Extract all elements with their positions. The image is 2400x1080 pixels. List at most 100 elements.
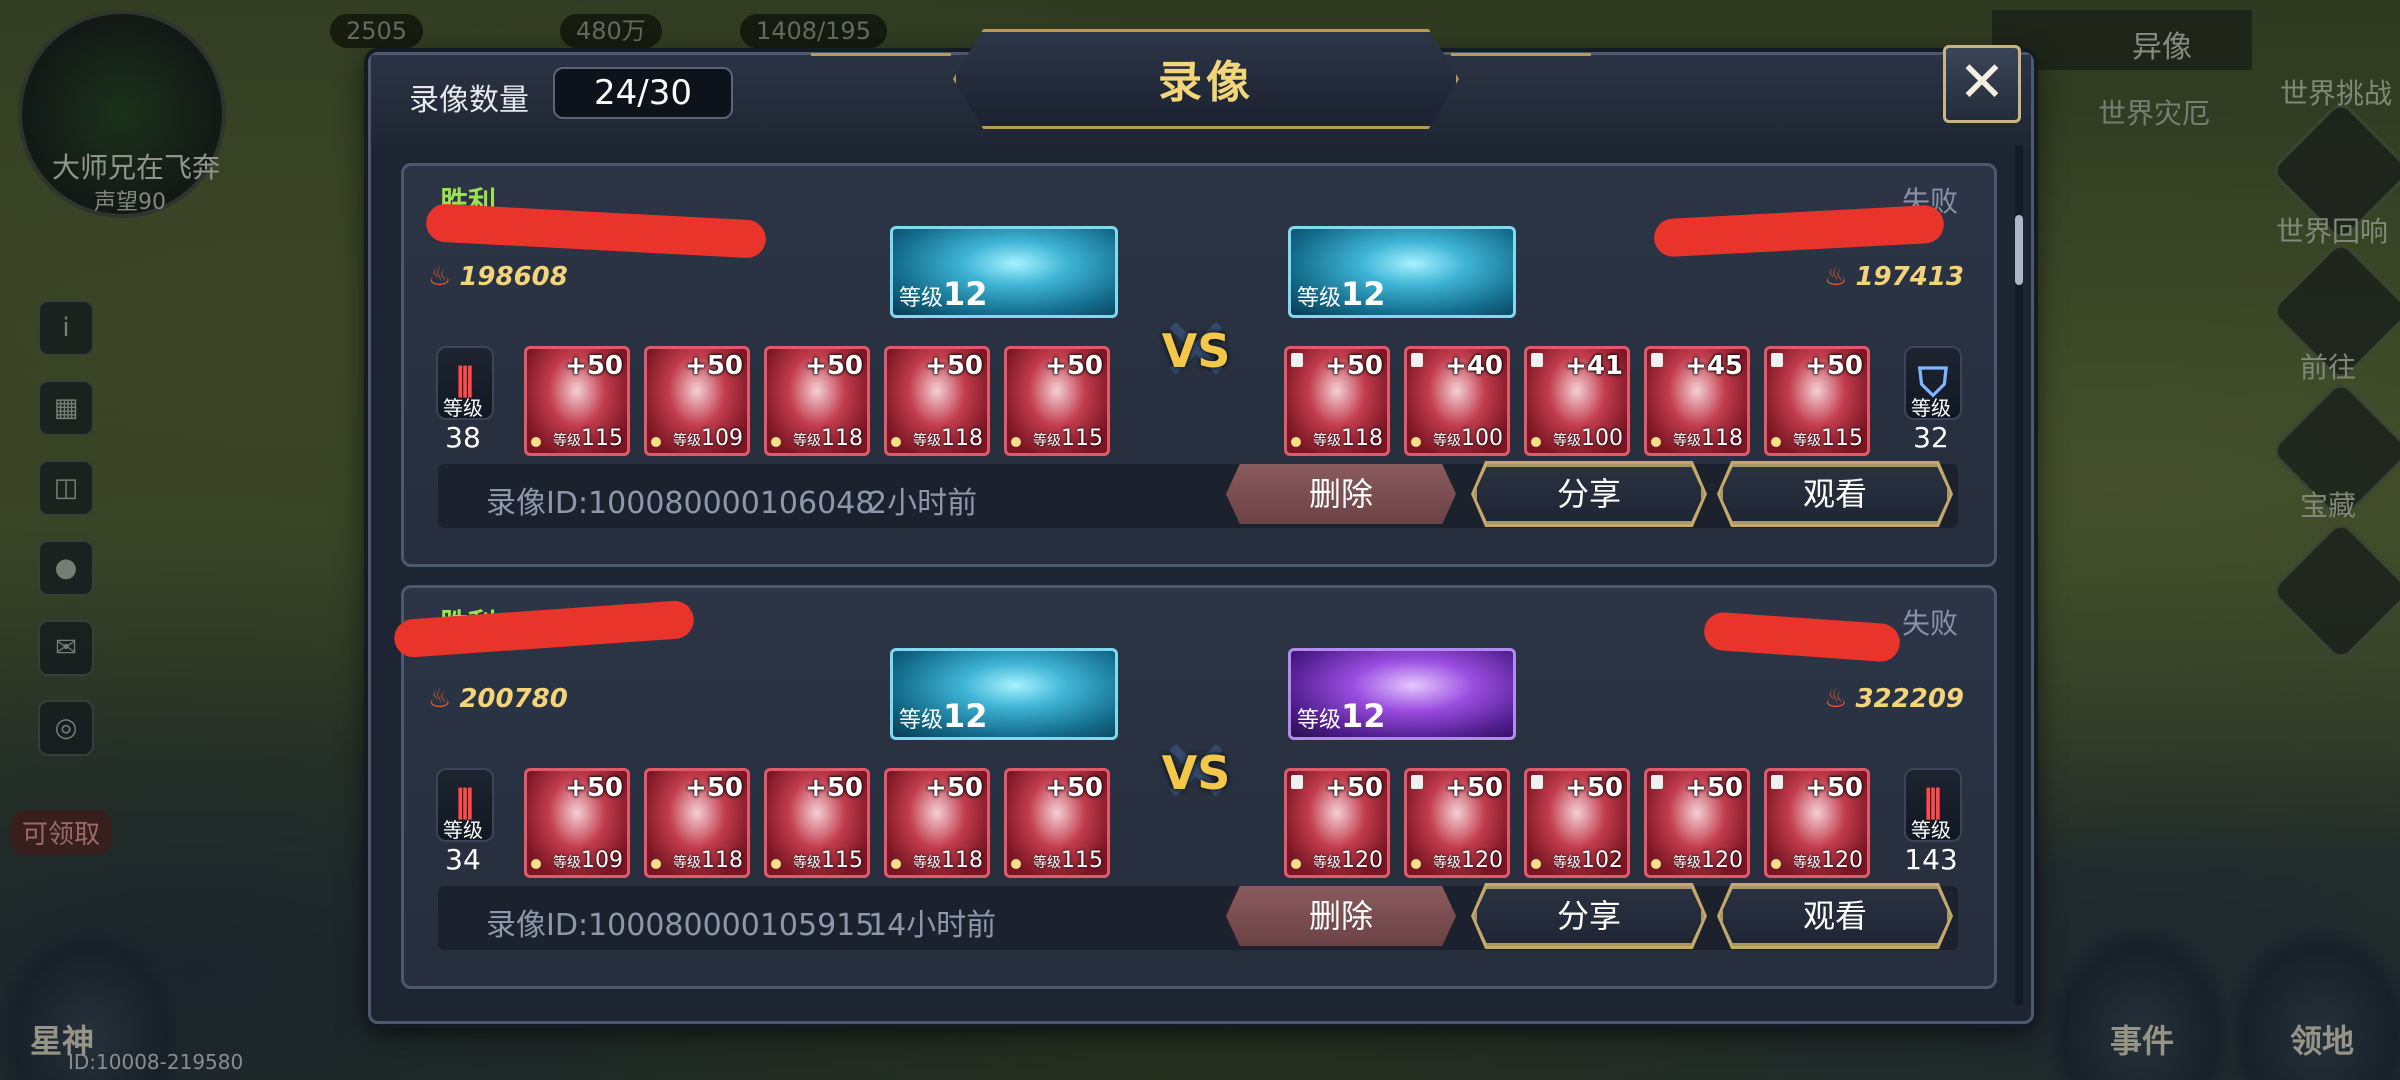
title-ornament-left — [811, 53, 951, 106]
left-hero-card[interactable]: +50 等级118 — [884, 768, 990, 878]
record-info-bar: 录像ID:100080000106048 2小时前 删除 分享 观看 — [438, 461, 1958, 528]
right-pet: ⦀ 等级143 — [1896, 768, 1966, 876]
right-hero-card[interactable]: +50 等级120 — [1644, 768, 1750, 878]
left-hero-card[interactable]: +50 等级115 — [1004, 346, 1110, 456]
right-power: ♨ 322209 — [1824, 684, 1964, 714]
hero-plus: +45 — [1685, 351, 1743, 381]
star-icon — [1011, 437, 1021, 447]
lock-icon — [1291, 775, 1303, 789]
left-hero-card[interactable]: +50 等级118 — [884, 346, 990, 456]
title-plate: 录像 — [953, 29, 1459, 129]
hero-level-prefix: 等级 — [1553, 433, 1581, 449]
left-hero-card[interactable]: +50 等级115 — [1004, 768, 1110, 878]
star-icon — [531, 437, 541, 447]
left-hero-card[interactable]: +50 等级109 — [524, 768, 630, 878]
right-hero-card[interactable]: +50 等级120 — [1404, 768, 1510, 878]
pet-level-value: 32 — [1913, 421, 1949, 454]
boss-level-prefix: 等级 — [899, 286, 944, 311]
share-button[interactable]: 分享 — [1474, 886, 1704, 946]
boss-level: 等级12 — [899, 275, 988, 313]
hero-level: 等级120 — [1793, 848, 1863, 873]
star-icon — [1411, 859, 1421, 869]
hero-plus: +40 — [1445, 351, 1503, 381]
scrollbar-thumb[interactable] — [2015, 215, 2023, 285]
boss-level: 等级12 — [1297, 275, 1386, 313]
dialog-title: 录像 — [1158, 57, 1254, 108]
pet-level-prefix: 等级 — [443, 818, 483, 842]
hero-level-value: 115 — [1821, 426, 1863, 451]
hero-level-value: 100 — [1461, 426, 1503, 451]
right-hero-card[interactable]: +50 等级115 — [1764, 346, 1870, 456]
star-icon — [1291, 437, 1301, 447]
boss-level-value: 12 — [1341, 275, 1386, 313]
share-button[interactable]: 分享 — [1474, 464, 1704, 524]
hero-level: 等级100 — [1433, 426, 1503, 451]
star-icon — [771, 437, 781, 447]
hero-level: 等级109 — [553, 848, 623, 873]
hero-level-value: 118 — [701, 848, 743, 873]
watch-button[interactable]: 观看 — [1720, 886, 1950, 946]
left-hero-card[interactable]: +50 等级115 — [764, 768, 870, 878]
hero-level-prefix: 等级 — [1313, 433, 1341, 449]
right-hero-card[interactable]: +50 等级102 — [1524, 768, 1630, 878]
left-pet: ⦀ 等级38 — [428, 346, 498, 454]
hero-level: 等级118 — [1673, 426, 1743, 451]
hero-plus: +50 — [925, 773, 983, 803]
lock-icon — [1531, 775, 1543, 789]
hero-level-value: 115 — [1061, 848, 1103, 873]
pet-level-prefix: 等级 — [1911, 396, 1951, 420]
left-hero-card[interactable]: +50 等级118 — [764, 346, 870, 456]
star-icon — [891, 859, 901, 869]
hero-plus: +50 — [1805, 351, 1863, 381]
delete-button[interactable]: 删除 — [1226, 886, 1456, 946]
flame-icon: ♨ — [1824, 262, 1848, 292]
star-icon — [1411, 437, 1421, 447]
star-icon — [1531, 859, 1541, 869]
star-icon — [1651, 859, 1661, 869]
hero-level: 等级109 — [673, 426, 743, 451]
record-time: 14小时前 — [868, 908, 997, 943]
boss-level-value: 12 — [943, 275, 988, 313]
replay-count-value: 24/30 — [553, 67, 733, 119]
hero-level-prefix: 等级 — [1673, 433, 1701, 449]
hero-level-prefix: 等级 — [1553, 855, 1581, 871]
right-hero-card[interactable]: +50 等级120 — [1284, 768, 1390, 878]
replay-record: 胜利 失败 ♨200780 ♨322209 等级12 等级12 ✕ VS ⦀ 等… — [393, 585, 1997, 989]
pet-level-value: 38 — [445, 421, 481, 454]
pet-level: 等级32 — [1896, 392, 1966, 454]
right-hero-card[interactable]: +41 等级100 — [1524, 346, 1630, 456]
right-hero-card[interactable]: +50 等级118 — [1284, 346, 1390, 456]
close-button[interactable]: ✕ — [1943, 45, 2021, 123]
hero-level: 等级120 — [1433, 848, 1503, 873]
left-hero-card[interactable]: +50 等级118 — [644, 768, 750, 878]
watch-button[interactable]: 观看 — [1720, 464, 1950, 524]
hero-level-value: 118 — [941, 848, 983, 873]
hero-level-value: 115 — [1061, 426, 1103, 451]
hero-plus: +50 — [1325, 773, 1383, 803]
right-boss-portrait: 等级12 — [1288, 648, 1516, 740]
right-hero-card[interactable]: +40 等级100 — [1404, 346, 1510, 456]
record-info-bar: 录像ID:100080000105915 14小时前 删除 分享 观看 — [438, 883, 1958, 950]
hero-plus: +50 — [805, 351, 863, 381]
hero-level-prefix: 等级 — [1433, 433, 1461, 449]
star-icon — [1651, 437, 1661, 447]
pet-level: 等级143 — [1896, 814, 1966, 876]
left-power-value: 200780 — [459, 684, 568, 714]
left-hero-card[interactable]: +50 等级115 — [524, 346, 630, 456]
vs-label: VS — [1161, 746, 1231, 800]
hero-level: 等级115 — [1033, 848, 1103, 873]
hero-level-value: 118 — [1341, 426, 1383, 451]
pet-level-value: 34 — [445, 843, 481, 876]
hero-level: 等级118 — [793, 426, 863, 451]
left-hero-card[interactable]: +50 等级109 — [644, 346, 750, 456]
hero-level-value: 118 — [1701, 426, 1743, 451]
delete-button[interactable]: 删除 — [1226, 464, 1456, 524]
hero-level-value: 109 — [701, 426, 743, 451]
boss-level-prefix: 等级 — [1297, 708, 1342, 733]
left-boss-portrait: 等级12 — [890, 648, 1118, 740]
hero-level-value: 115 — [581, 426, 623, 451]
right-hero-card[interactable]: +50 等级120 — [1764, 768, 1870, 878]
boss-level-prefix: 等级 — [899, 708, 944, 733]
flame-icon: ♨ — [1824, 684, 1848, 714]
right-hero-card[interactable]: +45 等级118 — [1644, 346, 1750, 456]
